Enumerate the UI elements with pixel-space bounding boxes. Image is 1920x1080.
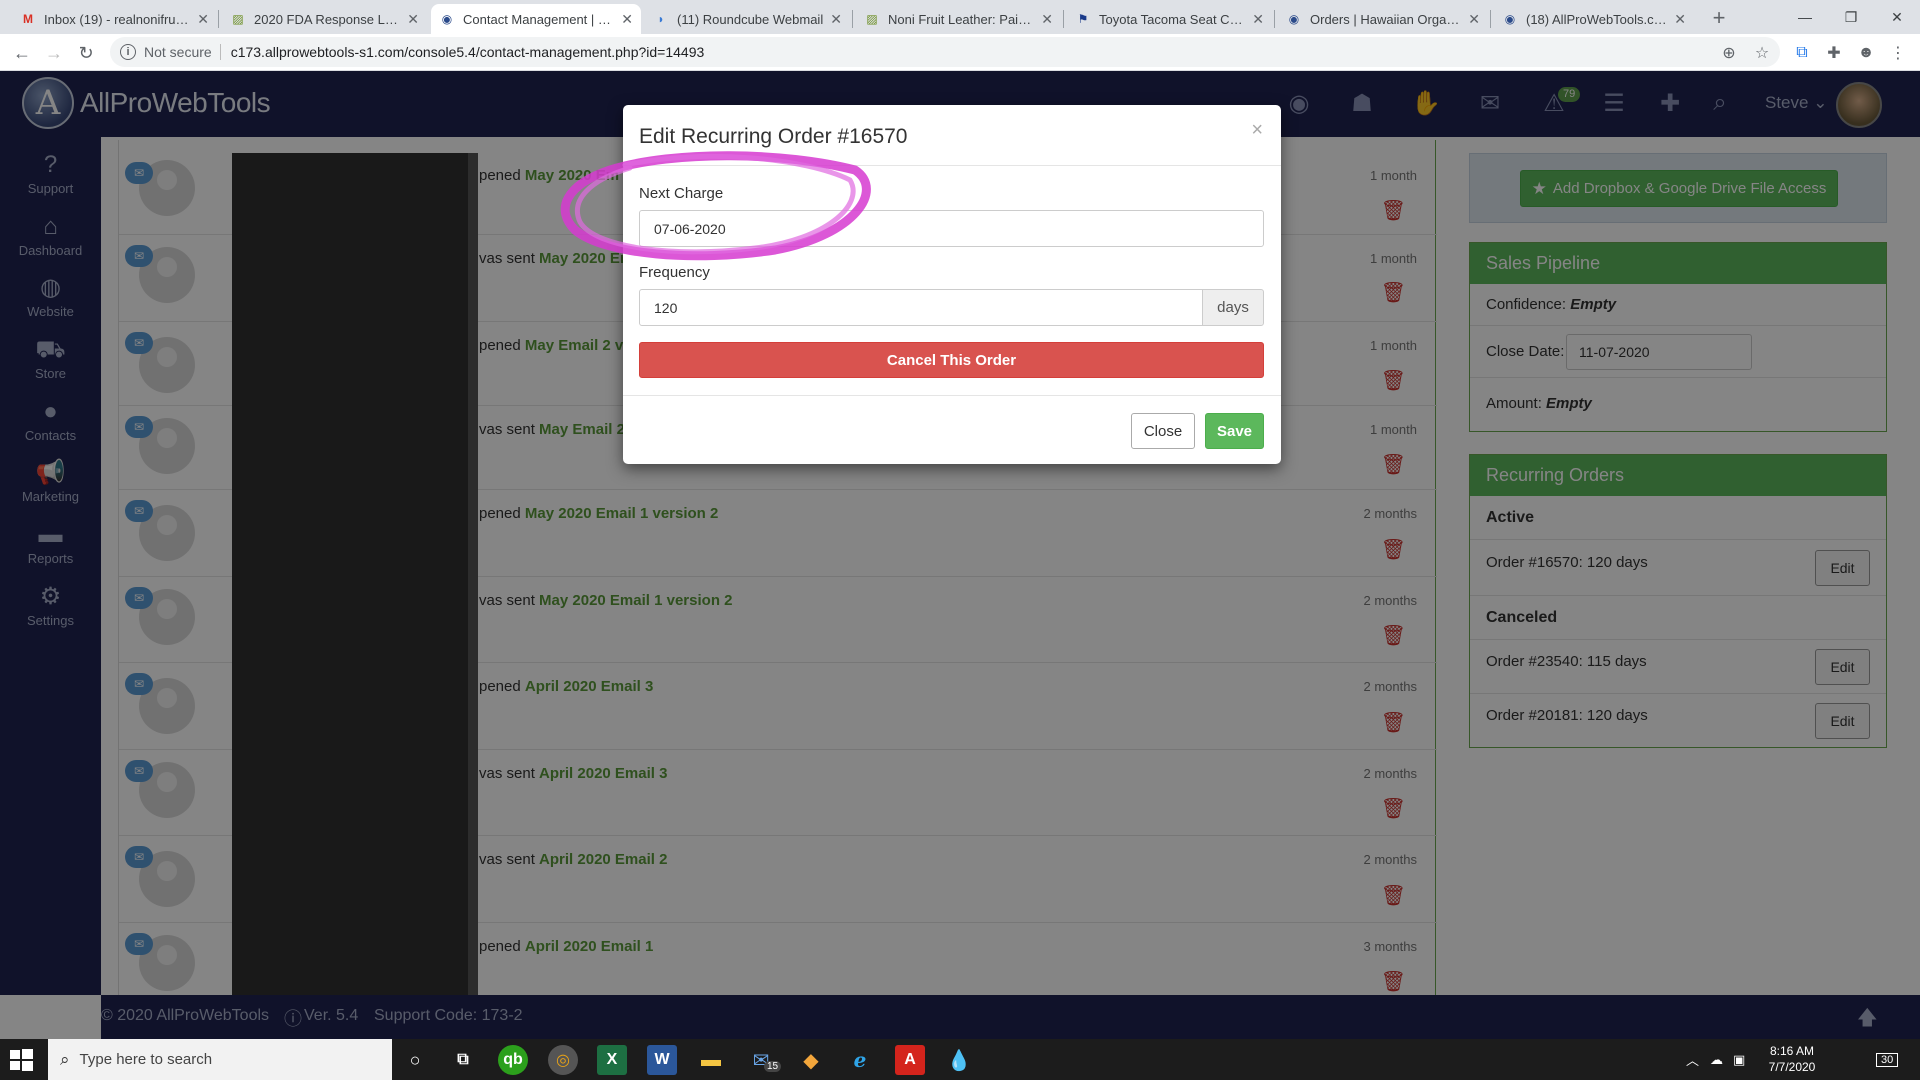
tab-toyota[interactable]: ⚑ Toyota Tacoma Seat Covers ✕: [1067, 4, 1272, 34]
next-charge-label: Next Charge: [639, 185, 724, 202]
globe-icon: ◉: [1288, 12, 1300, 26]
roundcube-icon: ◗: [657, 12, 665, 26]
bookmark-star-icon[interactable]: ☆: [1748, 39, 1776, 67]
system-clock[interactable]: 8:16 AM 7/7/2020: [1752, 1043, 1832, 1075]
next-charge-input[interactable]: 07-06-2020: [639, 210, 1264, 247]
profile-icon[interactable]: ☻: [1852, 39, 1880, 67]
drop-app-icon[interactable]: 💧: [944, 1045, 974, 1075]
quickbooks-icon[interactable]: qb: [498, 1045, 528, 1075]
tab-roundcube[interactable]: ◗ (11) Roundcube Webmail ✕: [645, 4, 850, 34]
puzzle-icon[interactable]: ✚: [1820, 39, 1848, 67]
globe-icon: ◉: [1504, 12, 1516, 26]
back-button[interactable]: ←: [8, 39, 36, 67]
menu-icon[interactable]: ⋮: [1884, 39, 1912, 67]
windows-start-icon[interactable]: [8, 1047, 34, 1073]
tab-noni-leather[interactable]: ▨ Noni Fruit Leather: Pain Reli ✕: [856, 4, 1061, 34]
tab-orders[interactable]: ◉ Orders | Hawaiian Organic ✕: [1278, 4, 1488, 34]
notification-count: 30: [1876, 1052, 1899, 1067]
task-view-icon[interactable]: ⧉: [448, 1045, 478, 1075]
zoom-icon[interactable]: ⊕: [1715, 39, 1743, 67]
window-close-button[interactable]: ✕: [1874, 0, 1920, 34]
reload-button[interactable]: ↻: [72, 39, 100, 67]
modal-title: Edit Recurring Order #16570: [639, 125, 908, 148]
close-icon[interactable]: ✕: [830, 11, 842, 28]
close-button[interactable]: Close: [1131, 413, 1195, 449]
taskbar-search-input[interactable]: ⌕ Type here to search: [48, 1039, 392, 1080]
close-icon[interactable]: ✕: [1674, 11, 1686, 28]
frequency-label: Frequency: [639, 264, 710, 281]
maximize-button[interactable]: ❐: [1828, 0, 1874, 34]
close-icon[interactable]: ✕: [621, 11, 633, 28]
frequency-input[interactable]: 120: [639, 289, 1203, 326]
edge-icon[interactable]: ℯ: [845, 1045, 875, 1075]
tab-contact-management[interactable]: ◉ Contact Management | Haw ✕: [431, 4, 641, 34]
file-explorer-icon[interactable]: ▬: [696, 1045, 726, 1075]
frequency-unit: days: [1202, 289, 1264, 326]
modal-close-icon[interactable]: ×: [1251, 119, 1263, 142]
browser-toolbar: ← → ↻ i Not secure c173.allprowebtools-s…: [0, 34, 1920, 71]
word-icon[interactable]: W: [647, 1045, 677, 1075]
excel-icon[interactable]: X: [597, 1045, 627, 1075]
close-icon[interactable]: ✕: [197, 11, 209, 28]
tab-gmail[interactable]: M Inbox (19) - realnonifruit@ ✕: [12, 4, 217, 34]
edit-recurring-order-modal: Edit Recurring Order #16570 × Next Charg…: [623, 105, 1281, 464]
address-bar[interactable]: i Not secure c173.allprowebtools-s1.com/…: [110, 37, 1780, 67]
app-icon[interactable]: ◆: [796, 1045, 826, 1075]
security-label: Not secure: [144, 44, 212, 60]
close-icon[interactable]: ✕: [1468, 11, 1480, 28]
notification-icon[interactable]: 30: [1876, 1039, 1899, 1080]
cancel-order-button[interactable]: Cancel This Order: [639, 342, 1264, 378]
extension-icon[interactable]: ⧉: [1788, 39, 1816, 67]
close-icon[interactable]: ✕: [1041, 11, 1053, 28]
noni-icon: ▨: [866, 12, 878, 26]
tab-fda-letter[interactable]: ▨ 2020 FDA Response Letter ✕: [222, 4, 427, 34]
windows-taskbar: ⌕ Type here to search ○ ⧉ qb ◎ X W ▬ ✉ 1…: [0, 1039, 1920, 1080]
close-icon[interactable]: ✕: [1252, 11, 1264, 28]
tab-allprowebtools[interactable]: ◉ (18) AllProWebTools.com - ✕: [1494, 4, 1694, 34]
acrobat-icon[interactable]: A: [895, 1045, 925, 1075]
noni-icon: ▨: [232, 12, 244, 26]
onedrive-icon[interactable]: ☁: [1710, 1039, 1723, 1080]
save-button[interactable]: Save: [1205, 413, 1264, 449]
mail-badge: 15: [764, 1061, 782, 1072]
cortana-icon[interactable]: ○: [400, 1045, 430, 1075]
toyota-icon: ⚑: [1077, 12, 1089, 26]
close-icon[interactable]: ✕: [407, 11, 419, 28]
globe-icon: ◉: [441, 12, 453, 26]
info-icon[interactable]: i: [120, 44, 136, 60]
gmail-icon: M: [23, 12, 33, 26]
chrome-icon[interactable]: ◎: [548, 1045, 578, 1075]
new-tab-button[interactable]: +: [1705, 4, 1733, 32]
minimize-button[interactable]: —: [1782, 0, 1828, 34]
browser-tab-bar: M Inbox (19) - realnonifruit@ ✕ ▨ 2020 F…: [0, 0, 1920, 34]
search-icon: ⌕: [60, 1049, 70, 1069]
url-text: c173.allprowebtools-s1.com/console5.4/co…: [230, 44, 705, 60]
forward-button[interactable]: →: [40, 39, 68, 67]
tray-chevron-icon[interactable]: ︿: [1686, 1039, 1699, 1080]
network-icon[interactable]: ▣: [1733, 1039, 1745, 1080]
